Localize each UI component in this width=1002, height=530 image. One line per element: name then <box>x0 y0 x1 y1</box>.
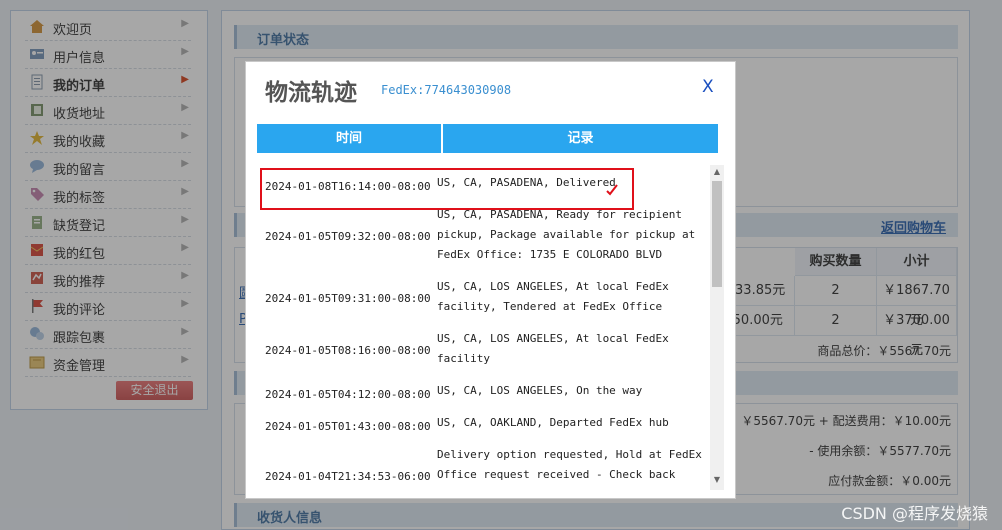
event-record: US, CA, PASADENA, Delivered <box>437 176 616 189</box>
event-record: US, CA, LOS ANGELES, At local FedEx facil… <box>437 332 669 365</box>
event-time: 2024-01-04T21:34:53-06:00 <box>265 470 431 483</box>
modal-title: 物流轨迹 <box>265 80 357 106</box>
tracking-event-row: 2024-01-05T01:43:00-08:00 US, CA, OAKLAND… <box>257 413 707 437</box>
event-time: 2024-01-08T16:14:00-08:00 <box>265 180 431 193</box>
tracking-list[interactable]: 2024-01-08T16:14:00-08:00 US, CA, PASADEN… <box>257 165 725 490</box>
event-record: US, CA, PASADENA, Ready for recipient pic… <box>437 208 696 261</box>
event-time: 2024-01-05T08:16:00-08:00 <box>265 344 431 357</box>
logistics-modal: 物流轨迹 FedEx:774643030908 X 时间 记录 2024-01-… <box>245 61 736 499</box>
tracking-event-row: 2024-01-05T04:12:00-08:00 US, CA, LOS ANG… <box>257 381 707 405</box>
time-column-header: 时间 <box>257 124 441 153</box>
tracking-event-row: 2024-01-04T21:34:53-06:00 Delivery option… <box>257 445 707 490</box>
event-record: Delivery option requested, Hold at FedEx… <box>437 448 702 490</box>
tracking-event-row: 2024-01-05T09:31:00-08:00 US, CA, LOS ANG… <box>257 277 707 321</box>
close-button[interactable]: X <box>702 77 714 97</box>
event-time: 2024-01-05T04:12:00-08:00 <box>265 388 431 401</box>
event-time: 2024-01-05T01:43:00-08:00 <box>265 420 431 433</box>
scrollbar-thumb[interactable] <box>712 181 722 287</box>
tracking-number: FedEx:774643030908 <box>381 83 512 97</box>
scrollbar[interactable]: ▲ ▼ <box>710 165 724 490</box>
event-time: 2024-01-05T09:31:00-08:00 <box>265 292 431 305</box>
checkmark-icon <box>606 184 618 196</box>
tracking-event-row: 2024-01-05T08:16:00-08:00 US, CA, LOS ANG… <box>257 329 707 373</box>
event-time: 2024-01-05T09:32:00-08:00 <box>265 230 431 243</box>
event-record: US, CA, OAKLAND, Departed FedEx hub <box>437 416 669 429</box>
tracking-event-row: 2024-01-05T09:32:00-08:00 US, CA, PASADEN… <box>257 205 707 269</box>
scroll-up-arrow-icon[interactable]: ▲ <box>710 165 724 179</box>
event-record: US, CA, LOS ANGELES, On the way <box>437 384 643 397</box>
event-record: US, CA, LOS ANGELES, At local FedEx facil… <box>437 280 669 313</box>
tracking-event-row: 2024-01-08T16:14:00-08:00 US, CA, PASADEN… <box>257 173 707 197</box>
watermark: CSDN @程序发烧猿 <box>841 504 988 523</box>
scroll-down-arrow-icon[interactable]: ▼ <box>710 473 724 487</box>
record-column-header: 记录 <box>443 124 718 153</box>
